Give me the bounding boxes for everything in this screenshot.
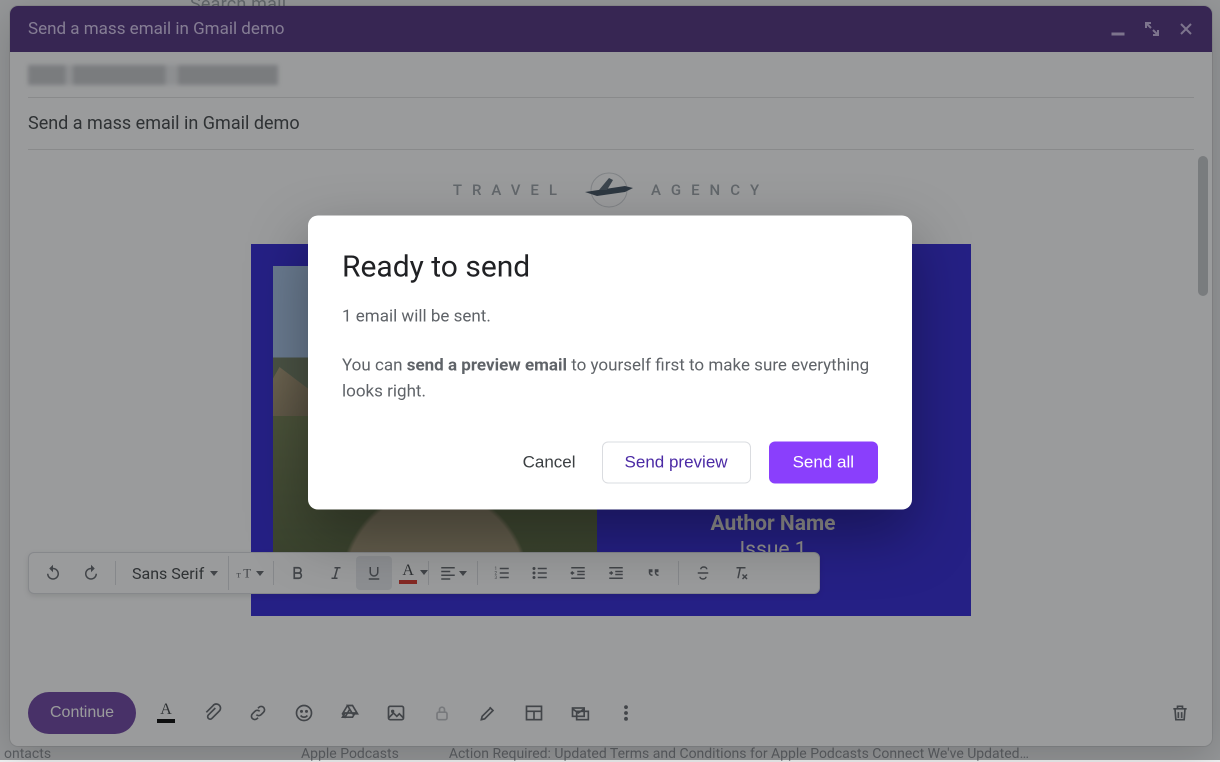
dialog-body-bold: send a preview email — [407, 356, 567, 376]
dialog-actions: Cancel Send preview Send all — [342, 441, 878, 483]
send-preview-button[interactable]: Send preview — [602, 441, 751, 483]
dialog-title: Ready to send — [342, 250, 878, 285]
ready-to-send-dialog: Ready to send 1 email will be sent. You … — [308, 216, 912, 510]
cancel-button[interactable]: Cancel — [515, 442, 584, 482]
dialog-count-line: 1 email will be sent. — [342, 307, 878, 327]
dialog-body-text: You can send a preview email to yourself… — [342, 353, 878, 406]
dialog-body-prefix: You can — [342, 356, 407, 376]
send-all-button[interactable]: Send all — [769, 441, 878, 483]
